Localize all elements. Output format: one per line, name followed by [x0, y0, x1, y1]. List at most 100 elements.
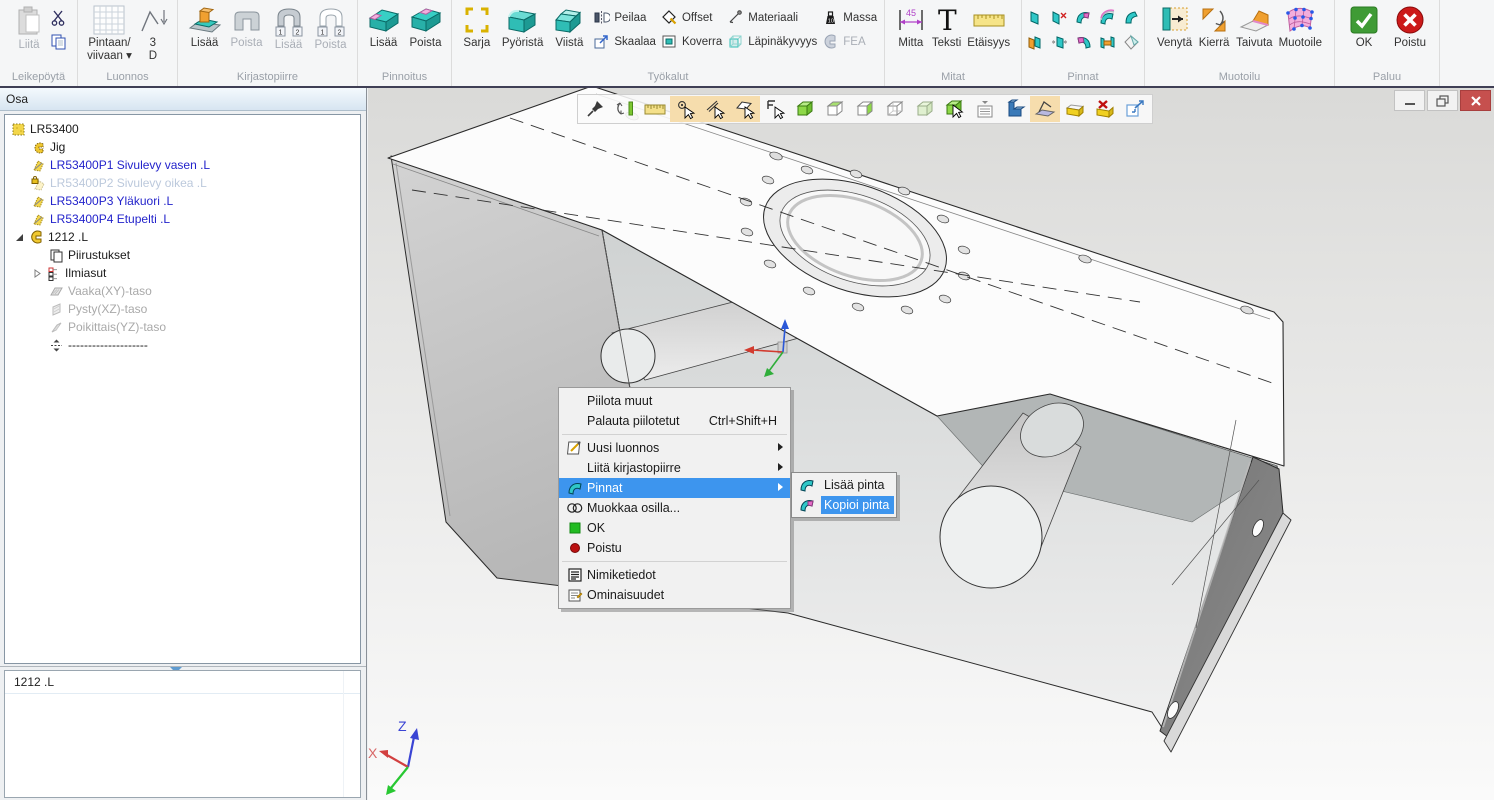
- surface-trim-icon[interactable]: [1072, 30, 1095, 54]
- copy-button[interactable]: [50, 33, 67, 50]
- menu-item-restore-hidden[interactable]: Palauta piilotetutCtrl+Shift+H: [559, 411, 790, 431]
- menu-item-edit-with-parts[interactable]: Muokkaa osilla...: [559, 498, 790, 518]
- fea-button[interactable]: FEA: [822, 33, 877, 50]
- transparency-icon: [727, 33, 744, 50]
- menu-item-surfaces[interactable]: Pinnat: [559, 478, 790, 498]
- 3d-model-canvas[interactable]: Z X: [368, 88, 1494, 800]
- select-face-icon[interactable]: [730, 96, 760, 122]
- select-edge-icon[interactable]: [700, 96, 730, 122]
- tree-item-plane-yz[interactable]: Poikittais(YZ)-taso: [5, 318, 360, 336]
- tree-item-plane-xz[interactable]: Pysty(XZ)-taso: [5, 300, 360, 318]
- tree-item-part-p3[interactable]: LR53400P3 Yläkuori .L: [5, 192, 360, 210]
- chamfer-button[interactable]: Viistä: [550, 3, 588, 51]
- 3d-viewport[interactable]: Z X Piilota muut Palauta piilotetutCtrl+…: [368, 88, 1494, 800]
- active-part-list[interactable]: 1212 .L: [4, 670, 361, 798]
- minimize-button[interactable]: [1394, 90, 1425, 111]
- model-tree[interactable]: LR53400 Jig LR53400P1 Sivulevy vasen .L …: [4, 114, 361, 664]
- fea-icon: [822, 33, 839, 50]
- text-button[interactable]: T Teksti: [930, 3, 963, 51]
- sketch-3d-button[interactable]: 3 D: [136, 3, 170, 64]
- surface-remove-button[interactable]: Poista: [406, 3, 446, 51]
- panel-splitter[interactable]: [0, 666, 366, 667]
- surface-delete-icon[interactable]: [1048, 5, 1071, 29]
- section-box-icon[interactable]: [1060, 96, 1090, 122]
- submenu-item-copy-surface[interactable]: Kopioi pinta: [792, 495, 896, 515]
- tree-item-insert-divider[interactable]: --------------------: [5, 336, 360, 354]
- tree-item-part-p2-locked[interactable]: LR53400P2 Sivulevy oikea .L: [5, 174, 360, 192]
- select-body-icon[interactable]: [940, 96, 970, 122]
- library-feature-add-button[interactable]: Lisää: [185, 3, 225, 51]
- restore-button[interactable]: [1427, 90, 1458, 111]
- list-item[interactable]: 1212 .L: [5, 671, 360, 694]
- menu-item-properties[interactable]: Ominaisuudet: [559, 585, 790, 605]
- tree-item-part-p4[interactable]: LR53400P4 Etupelti .L: [5, 210, 360, 228]
- section-delete-icon[interactable]: [1090, 96, 1120, 122]
- ribbon-group-dimensions: 45 Mitta T Teksti Etäisyys Mitat: [885, 0, 1022, 86]
- surface-copy-icon[interactable]: [1072, 5, 1095, 29]
- surface-extend-icon[interactable]: [1096, 30, 1119, 54]
- pin-icon[interactable]: [580, 96, 610, 122]
- stretch-button[interactable]: Venytä: [1155, 3, 1194, 51]
- orbit-icon[interactable]: [610, 96, 640, 122]
- hidden-line-top-icon[interactable]: [820, 96, 850, 122]
- surface-move-icon[interactable]: [1048, 30, 1071, 54]
- jig-icon: [31, 140, 46, 155]
- select-feature-icon[interactable]: [760, 96, 790, 122]
- surface-flatten-icon[interactable]: [1120, 30, 1143, 54]
- flat-view-icon[interactable]: [910, 96, 940, 122]
- hollow-button[interactable]: Koverra: [661, 33, 722, 50]
- surface-add-button[interactable]: Lisää: [364, 3, 404, 51]
- tree-item-jig[interactable]: Jig: [5, 138, 360, 156]
- tree-item-assembly[interactable]: LR53400: [5, 120, 360, 138]
- exit-button[interactable]: Poistu: [1392, 3, 1428, 51]
- surface-layer-icon[interactable]: [1096, 5, 1119, 29]
- menu-item-paste-library-feature[interactable]: Liitä kirjastopiirre: [559, 458, 790, 478]
- expanded-arrow-icon[interactable]: [15, 233, 24, 242]
- shaded-view-icon[interactable]: [790, 96, 820, 122]
- wireframe-view-icon[interactable]: [880, 96, 910, 122]
- sketch-on-face-button[interactable]: Pintaan/ viivaan ▾: [85, 3, 134, 64]
- menu-item-exit[interactable]: Poistu: [559, 538, 790, 558]
- fit-view-icon[interactable]: [1120, 96, 1150, 122]
- fillet-button[interactable]: Pyöristä: [500, 3, 546, 51]
- tree-item-active-part[interactable]: 1212 .L: [5, 228, 360, 246]
- select-point-icon[interactable]: [670, 96, 700, 122]
- mirror-button[interactable]: Peilaa: [593, 9, 656, 26]
- paste-button[interactable]: Liitä: [10, 3, 48, 53]
- dimension-button[interactable]: 45 Mitta: [894, 3, 928, 51]
- hidden-line-side-icon[interactable]: [850, 96, 880, 122]
- mass-button[interactable]: 10 Massa: [822, 9, 877, 26]
- transparency-button[interactable]: Läpinäkyvyys: [727, 33, 817, 50]
- collapsed-arrow-icon[interactable]: [33, 269, 42, 278]
- measure-icon[interactable]: [640, 96, 670, 122]
- material-button[interactable]: Materiaali: [727, 9, 817, 26]
- library-feature-remove-button[interactable]: Poista: [227, 3, 267, 51]
- scale-button[interactable]: Skaalaa: [593, 33, 656, 50]
- menu-item-hide-others[interactable]: Piilota muut: [559, 391, 790, 411]
- display-list-icon[interactable]: [970, 96, 1000, 122]
- distance-button[interactable]: Etäisyys: [965, 3, 1012, 51]
- tree-item-plane-xy[interactable]: Vaaka(XY)-taso: [5, 282, 360, 300]
- solid-mode-icon[interactable]: [1000, 96, 1030, 122]
- tree-item-configurations[interactable]: Ilmiasut: [5, 264, 360, 282]
- pattern-button[interactable]: Sarja: [459, 3, 495, 51]
- menu-item-item-data[interactable]: Nimiketiedot: [559, 565, 790, 585]
- sketch-plane-icon[interactable]: [1030, 96, 1060, 122]
- form-button[interactable]: Muotoile: [1277, 3, 1324, 51]
- offset-button[interactable]: Offset: [661, 9, 722, 26]
- menu-item-ok[interactable]: OK: [559, 518, 790, 538]
- twist-button[interactable]: Kierrä: [1196, 3, 1232, 51]
- tree-item-part-p1[interactable]: LR53400P1 Sivulevy vasen .L: [5, 156, 360, 174]
- ok-button[interactable]: OK: [1346, 3, 1382, 51]
- cut-button[interactable]: [50, 9, 67, 26]
- surface-bend-icon[interactable]: [1120, 5, 1143, 29]
- bend-button[interactable]: Taivuta: [1234, 3, 1274, 51]
- submenu-item-add-surface[interactable]: Lisää pinta: [792, 475, 896, 495]
- library-pair-add-button[interactable]: 12 Lisää: [269, 3, 309, 53]
- surface-icon[interactable]: [1024, 5, 1047, 29]
- library-pair-remove-button[interactable]: 12 Poista: [311, 3, 351, 53]
- surface-join-icon[interactable]: [1024, 30, 1047, 54]
- tree-item-drawings[interactable]: Piirustukset: [5, 246, 360, 264]
- menu-item-new-sketch[interactable]: Uusi luonnos: [559, 438, 790, 458]
- close-button[interactable]: [1460, 90, 1491, 111]
